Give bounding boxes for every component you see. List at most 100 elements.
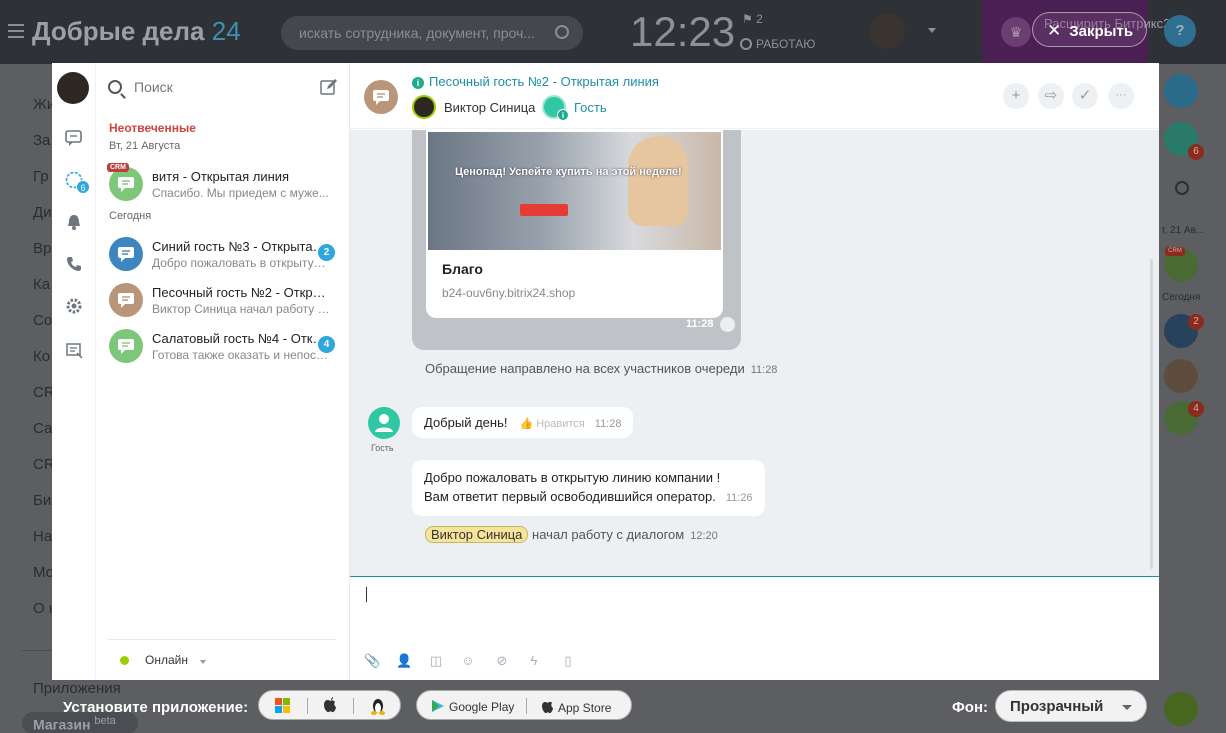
gear-icon[interactable] bbox=[65, 297, 83, 315]
add-user-button[interactable]: + bbox=[1003, 83, 1029, 109]
user-icon[interactable]: 👤 bbox=[396, 653, 412, 669]
link-title: Благо bbox=[442, 261, 483, 277]
close-icon: ✕ bbox=[1047, 21, 1062, 40]
system-message: Обращение направлено на всех участников … bbox=[425, 361, 778, 376]
phone-icon[interactable] bbox=[1164, 692, 1198, 726]
message-feed[interactable]: Ценопад! Успейте купить на этой неделе! … bbox=[350, 130, 1159, 576]
flag-counter[interactable]: ⚑ 2 bbox=[742, 12, 763, 26]
quick-answer-icon[interactable]: ◫ bbox=[428, 653, 444, 669]
left-menu-item[interactable]: За bbox=[33, 132, 50, 149]
message-time: 11:28 bbox=[686, 318, 714, 330]
link-preview-card[interactable]: Ценопад! Успейте купить на этой неделе! … bbox=[426, 130, 723, 318]
close-messenger-button[interactable]: ✕ Закрыть bbox=[1032, 12, 1147, 47]
global-search-input[interactable]: искать сотрудника, документ, проч... bbox=[281, 16, 583, 50]
chevron-down-icon[interactable] bbox=[928, 28, 936, 33]
my-avatar[interactable] bbox=[57, 72, 89, 104]
section-date: Сегодня bbox=[109, 210, 152, 222]
guest-avatar[interactable]: i bbox=[542, 95, 569, 121]
operator-avatar[interactable] bbox=[412, 95, 436, 119]
chat-list-item[interactable]: Песочный гость №2 - Открытая линия Викто… bbox=[96, 279, 349, 325]
phone-icon[interactable] bbox=[65, 255, 83, 273]
google-play-button[interactable]: Google Play bbox=[431, 699, 514, 714]
clock[interactable]: 12:23 bbox=[630, 8, 735, 56]
board-icon[interactable] bbox=[65, 342, 83, 360]
attach-icon[interactable]: 📎 bbox=[364, 653, 380, 669]
chat-panel: i Песочный гость №2 - Открытая линия Викт… bbox=[350, 63, 1159, 680]
more-button[interactable]: ··· bbox=[1108, 83, 1134, 109]
chat-preview: Добро пожаловать в открытую... bbox=[152, 256, 332, 270]
left-menu-item[interactable]: Ко bbox=[33, 348, 50, 365]
recent-chat-avatar[interactable] bbox=[1164, 359, 1198, 393]
linux-icon[interactable] bbox=[370, 696, 386, 715]
info-icon: i bbox=[557, 109, 569, 121]
left-menu-item[interactable]: Со bbox=[33, 312, 52, 329]
chat-icon[interactable] bbox=[65, 129, 83, 147]
user-avatar[interactable] bbox=[869, 13, 905, 49]
new-chat-icon[interactable] bbox=[320, 78, 338, 96]
finish-dialog-button[interactable]: ✓ bbox=[1072, 83, 1098, 109]
status-label: Онлайн bbox=[145, 653, 188, 667]
help-button[interactable]: ? bbox=[1164, 15, 1196, 47]
left-menu-item[interactable]: Ка bbox=[33, 276, 50, 293]
left-menu-item[interactable]: Вр bbox=[33, 240, 51, 257]
left-menu-item[interactable]: Гр bbox=[33, 168, 49, 185]
guest-label: Гость bbox=[371, 443, 394, 453]
like-button[interactable]: 👍 Нравится bbox=[519, 418, 584, 430]
promo-headline: Ценопад! Успейте купить на этой неделе! bbox=[455, 166, 682, 178]
scrollbar[interactable] bbox=[1150, 259, 1153, 569]
chat-avatar[interactable] bbox=[364, 80, 398, 114]
messenger-nav: 6 bbox=[52, 63, 96, 680]
background-select[interactable]: Прозрачный bbox=[995, 690, 1147, 722]
chat-search-input[interactable]: Поиск bbox=[108, 79, 173, 95]
windows-icon[interactable] bbox=[275, 698, 291, 714]
message-input[interactable]: 📎 👤 ◫ ☺ ⊘ ϟ ▯ bbox=[350, 576, 1159, 680]
left-menu-item[interactable]: Би bbox=[33, 492, 51, 509]
operator-name[interactable]: Виктор Синица bbox=[444, 100, 535, 115]
operator-mention[interactable]: Виктор Синица bbox=[425, 526, 529, 543]
left-menu-item[interactable]: На bbox=[33, 528, 52, 545]
crown-icon[interactable]: ♛ bbox=[1001, 17, 1031, 47]
unread-counter: 4 bbox=[318, 336, 335, 353]
open-lines-badge: 6 bbox=[76, 180, 90, 194]
mobile-app-buttons: Google Play App Store bbox=[416, 690, 632, 720]
app-store-button[interactable]: App Store bbox=[541, 699, 611, 715]
message-bubble[interactable]: Добро пожаловать в открытую линию компан… bbox=[412, 460, 765, 516]
link-preview-image: Ценопад! Успейте купить на этой неделе! bbox=[428, 132, 721, 250]
crm-badge: CRM bbox=[107, 163, 129, 172]
search-icon[interactable] bbox=[1175, 181, 1189, 195]
info-icon: i bbox=[412, 77, 424, 89]
left-menu-item[interactable]: Ди bbox=[33, 204, 52, 221]
chat-preview: Виктор Синица начал работу с диалогом bbox=[152, 302, 332, 316]
status-selector[interactable]: Онлайн bbox=[108, 639, 336, 680]
apple-icon[interactable] bbox=[323, 697, 337, 714]
divider bbox=[353, 698, 354, 714]
applications-link[interactable]: Приложения bbox=[33, 680, 121, 697]
chat-avatar bbox=[109, 329, 143, 363]
chat-preview: Готова также оказать и непосредственно bbox=[152, 348, 332, 362]
lightning-icon[interactable]: ϟ bbox=[526, 653, 542, 669]
link-url[interactable]: b24-ouv6ny.bitrix24.shop bbox=[442, 286, 575, 300]
chat-bubble-icon bbox=[118, 247, 134, 262]
message-bubble[interactable]: Добрый день! 👍 Нравится 11:28 bbox=[412, 407, 634, 438]
guest-avatar[interactable] bbox=[368, 407, 400, 439]
chat-list-item[interactable]: Синий гость №3 - Открытая линия Добро по… bbox=[96, 233, 349, 279]
guest-name[interactable]: Гость bbox=[574, 100, 607, 115]
hamburger-icon[interactable] bbox=[8, 24, 24, 38]
bell-icon[interactable] bbox=[65, 213, 83, 231]
work-status[interactable]: РАБОТАЮ bbox=[740, 37, 815, 51]
divider bbox=[526, 698, 527, 714]
left-menu-item[interactable]: Са bbox=[33, 420, 52, 437]
notifications-bell-icon[interactable] bbox=[1164, 74, 1198, 108]
hide-icon[interactable]: ⊘ bbox=[494, 653, 510, 669]
smile-icon[interactable]: ☺ bbox=[460, 653, 476, 669]
divider bbox=[307, 698, 308, 714]
chat-list-item[interactable]: CRM витя - Открытая линия Спасибо. Мы пр… bbox=[96, 163, 349, 209]
chat-list-item[interactable]: Салатовый гость №4 - Открытая линия Гото… bbox=[96, 325, 349, 371]
recent-date: т, 21 Ав... bbox=[1161, 225, 1205, 236]
form-icon[interactable]: ▯ bbox=[560, 653, 576, 669]
portal-brand[interactable]: Добрые дела 24 bbox=[32, 16, 241, 47]
left-menu-item[interactable]: Мо bbox=[33, 564, 54, 581]
chat-title: Синий гость №3 - Открытая линия bbox=[152, 239, 332, 254]
transfer-button[interactable]: ⇨ bbox=[1038, 83, 1064, 109]
chat-title[interactable]: i Песочный гость №2 - Открытая линия bbox=[412, 74, 659, 89]
